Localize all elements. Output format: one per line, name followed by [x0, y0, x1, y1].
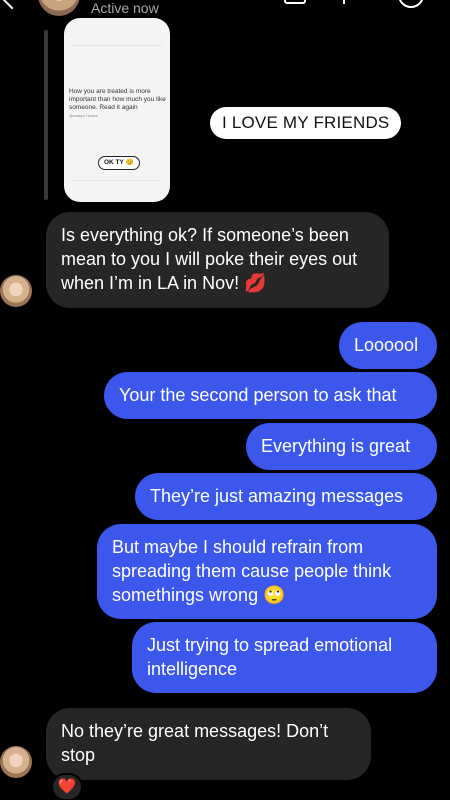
active-status: Active now [91, 0, 159, 16]
message-text: Is everything ok? If someone’s been mean… [61, 225, 358, 293]
contact-avatar[interactable] [0, 746, 32, 778]
back-chevron-icon[interactable] [0, 0, 24, 10]
message-text: Loooool [354, 335, 419, 355]
message-bubble-sent[interactable]: Your the second person to ask that [104, 372, 437, 419]
shared-story-preview[interactable]: How you are treated is more important th… [64, 18, 170, 202]
message-bubble-sent[interactable]: Just trying to spread emotional intellig… [132, 622, 437, 693]
message-bubble-sent[interactable]: They’re just amazing messages [135, 473, 437, 520]
message-text: Just trying to spread emotional intellig… [147, 635, 393, 679]
phone-icon[interactable] [343, 0, 345, 4]
message-bubble-sent[interactable]: Everything is great [246, 423, 437, 470]
video-call-icon[interactable] [284, 0, 306, 4]
story-reply-button: OK TY 😊 [98, 156, 140, 170]
contact-avatar[interactable] [0, 275, 32, 307]
story-quote-text: How you are treated is more important th… [69, 88, 166, 111]
header-avatar[interactable] [38, 0, 80, 16]
story-handle: @modupe.f.peace [69, 114, 98, 118]
message-bubble-received[interactable]: Is everything ok? If someone’s been mean… [46, 212, 389, 308]
message-text: Everything is great [261, 436, 411, 456]
message-text: They’re just amazing messages [150, 486, 404, 506]
message-text: Your the second person to ask that [119, 385, 397, 405]
chat-header: Active now [0, 0, 450, 22]
story-divider [72, 180, 162, 181]
info-icon[interactable] [398, 0, 424, 8]
message-text: But maybe I should refrain from spreadin… [112, 537, 392, 605]
message-bubble-received[interactable]: No they’re great messages! Don’t stop [46, 708, 371, 780]
story-divider [72, 45, 162, 46]
message-bubble-sent[interactable]: But maybe I should refrain from spreadin… [97, 524, 437, 619]
reply-indicator-bar [44, 30, 48, 200]
message-text: No they’re great messages! Don’t stop [61, 721, 329, 765]
heart-reaction-icon[interactable]: ❤️ [51, 773, 83, 800]
story-text-sticker: I LOVE MY FRIENDS [210, 107, 402, 139]
message-bubble-sent[interactable]: Loooool [339, 322, 437, 369]
